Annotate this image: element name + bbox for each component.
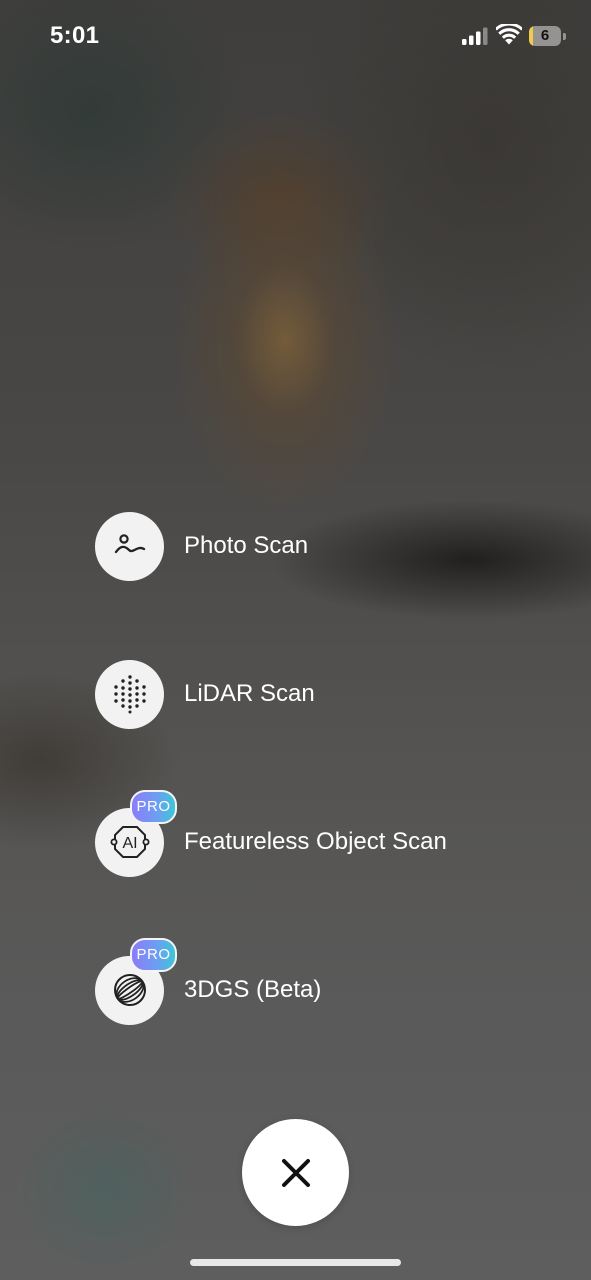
wifi-icon	[496, 24, 522, 45]
cellular-signal-icon	[462, 27, 488, 45]
gaussian-sphere-icon	[113, 974, 146, 1006]
battery-icon: 6	[529, 26, 567, 46]
battery-level-text: 6	[540, 27, 550, 44]
status-time: 5:01	[50, 22, 100, 49]
battery-cap	[563, 33, 566, 40]
photo-scan-icon-circle	[95, 511, 164, 581]
close-x-icon	[281, 1158, 310, 1187]
blurred-camera-background	[0, 0, 591, 1280]
scan-mode-menu-screen: 5:01 6 Photo Scan LiDAR Scan AI PRO Feat…	[0, 0, 591, 1280]
svg-text:AI: AI	[122, 835, 137, 852]
3dgs-beta-option[interactable]: PRO 3DGS (Beta)	[95, 937, 322, 1025]
3dgs-beta-label: 3DGS (Beta)	[184, 976, 322, 1003]
featureless-object-scan-label: Featureless Object Scan	[184, 828, 447, 855]
3dgs-icon-circle: PRO	[95, 937, 177, 1025]
lidar-scan-icon-circle	[95, 659, 164, 729]
lidar-scan-option[interactable]: LiDAR Scan	[95, 659, 315, 729]
photo-scan-option[interactable]: Photo Scan	[95, 511, 308, 581]
point-cloud-dots-icon	[113, 675, 146, 714]
home-indicator	[190, 1259, 401, 1266]
featureless-object-scan-option[interactable]: AI PRO Featureless Object Scan	[95, 789, 447, 877]
lidar-scan-label: LiDAR Scan	[184, 680, 315, 707]
pro-badge: PRO	[130, 789, 177, 824]
status-bar: 5:01 6	[0, 0, 591, 72]
photo-landscape-icon	[114, 534, 145, 554]
battery-body: 6	[529, 26, 561, 46]
photo-scan-label: Photo Scan	[184, 532, 309, 559]
featureless-scan-icon-circle: AI PRO	[95, 789, 177, 877]
close-button[interactable]	[242, 1119, 349, 1226]
pro-badge: PRO	[130, 937, 177, 972]
ai-chip-icon: AI	[110, 826, 150, 858]
